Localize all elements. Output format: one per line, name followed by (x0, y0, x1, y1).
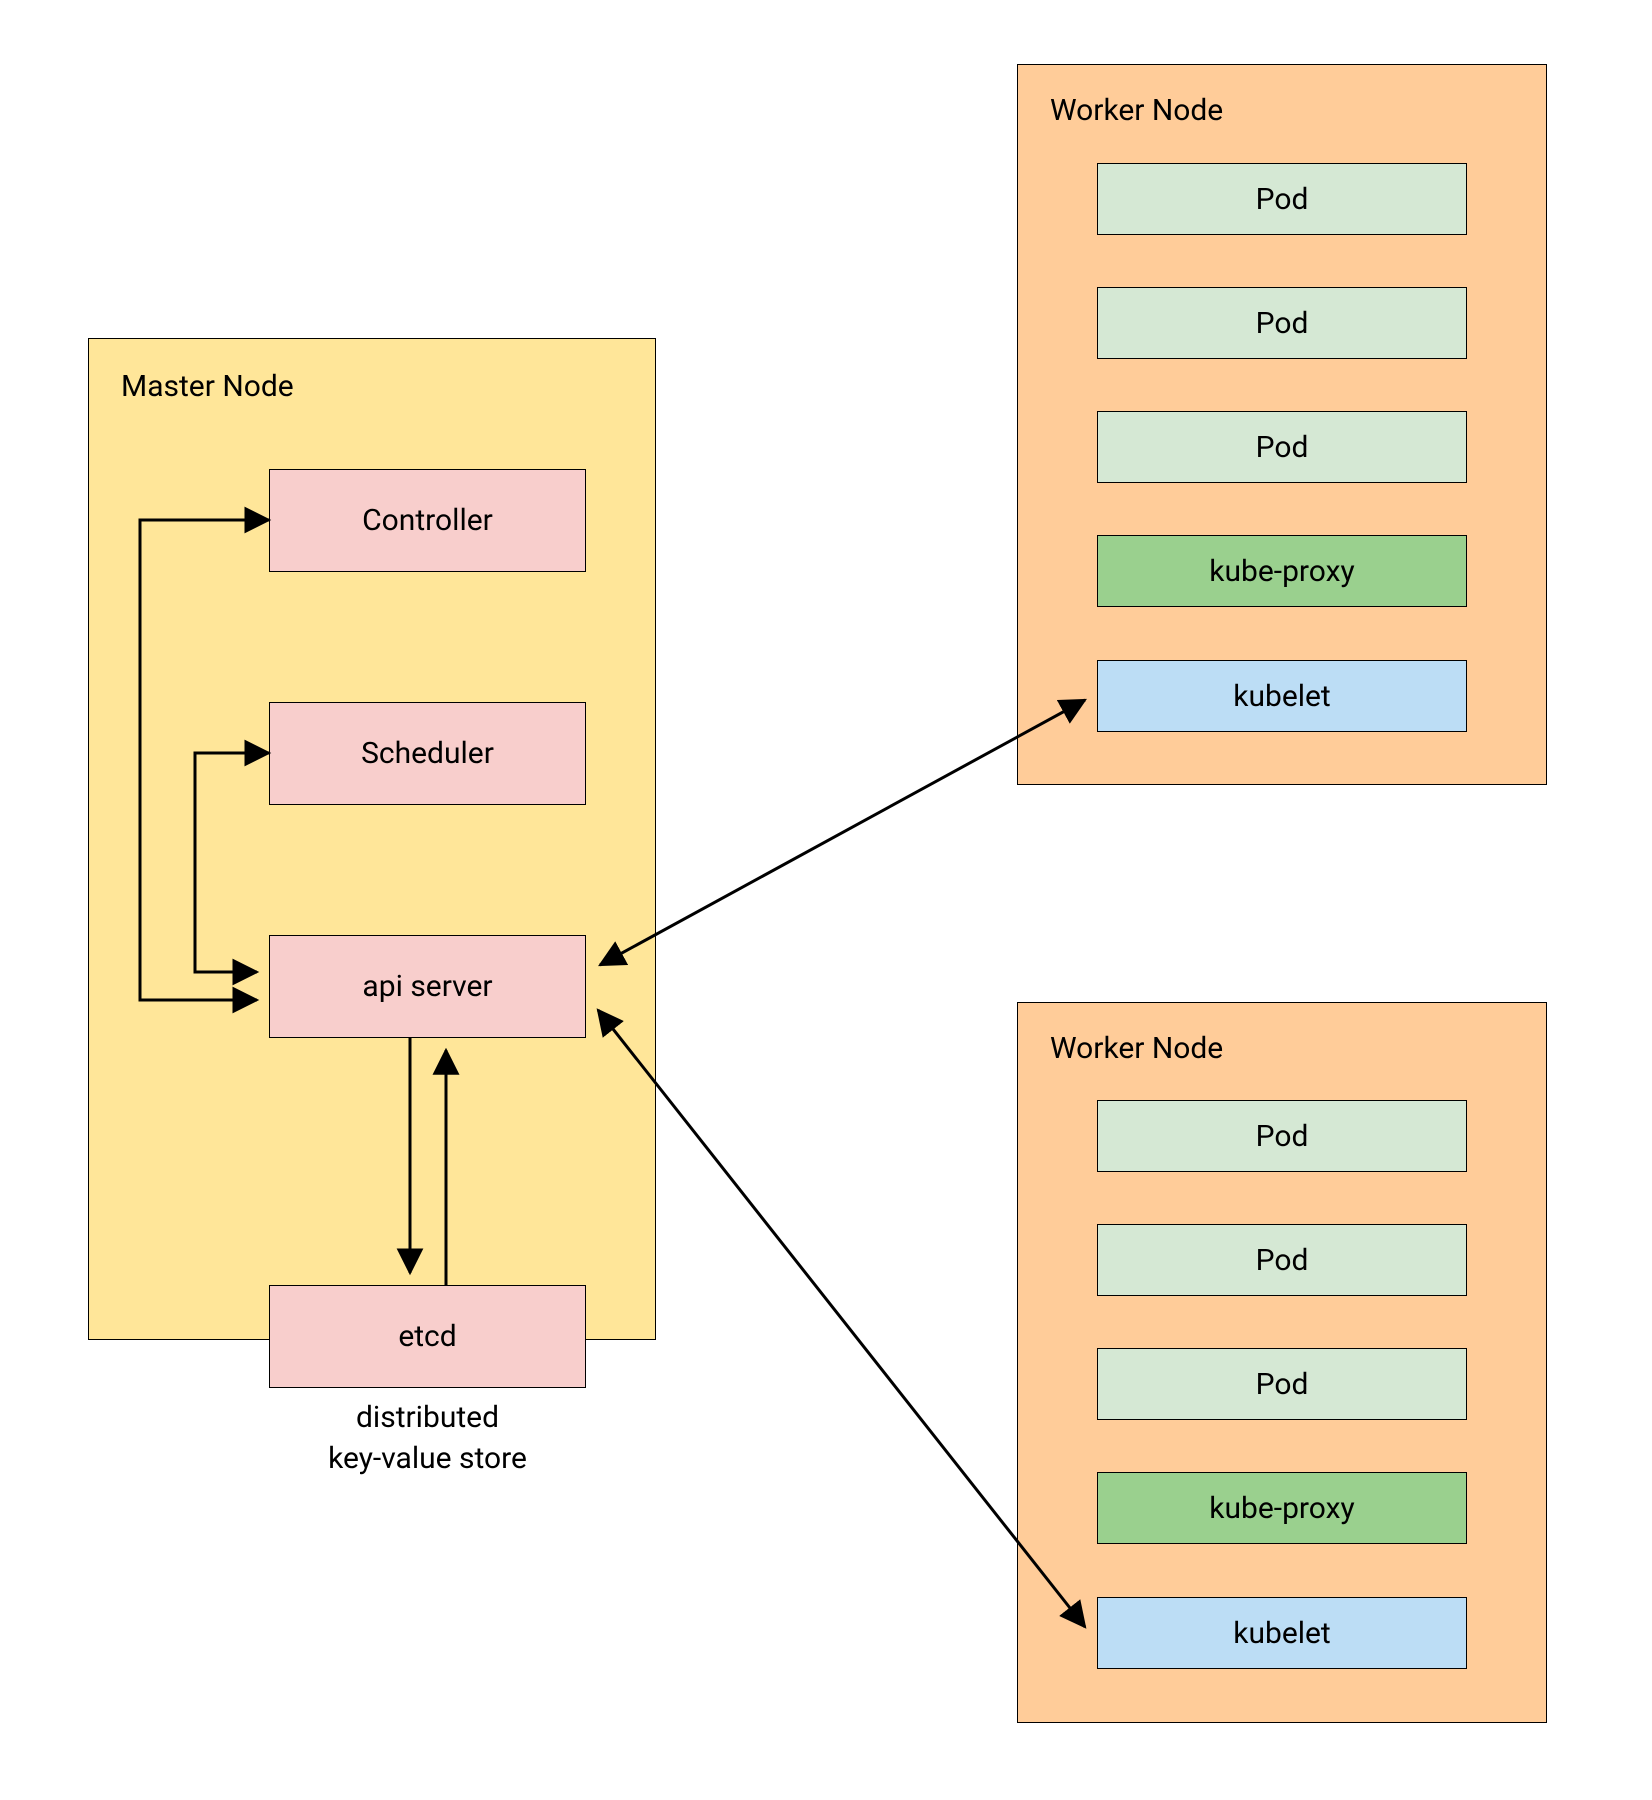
api-server-label: api server (362, 969, 492, 1004)
worker2-kube-proxy: kube-proxy (1097, 1472, 1467, 1544)
controller-box: Controller (269, 469, 586, 572)
worker2-pod-1: Pod (1097, 1100, 1467, 1172)
etcd-caption-line1: distributed (356, 1400, 499, 1435)
worker2-kube-proxy-label: kube-proxy (1209, 1491, 1354, 1526)
worker1-pod-1: Pod (1097, 163, 1467, 235)
scheduler-box: Scheduler (269, 702, 586, 805)
diagram-canvas: Master Node Controller Scheduler api ser… (0, 0, 1652, 1800)
master-node-title: Master Node (121, 369, 294, 404)
etcd-label: etcd (398, 1319, 456, 1354)
worker2-pod-3-label: Pod (1256, 1367, 1309, 1402)
etcd-caption: distributed key-value store (269, 1398, 586, 1479)
worker2-pod-3: Pod (1097, 1348, 1467, 1420)
worker1-kube-proxy: kube-proxy (1097, 535, 1467, 607)
worker1-kube-proxy-label: kube-proxy (1209, 554, 1354, 589)
worker1-pod-1-label: Pod (1256, 182, 1309, 217)
worker1-pod-2: Pod (1097, 287, 1467, 359)
worker2-pod-2-label: Pod (1256, 1243, 1309, 1278)
worker1-pod-3-label: Pod (1256, 430, 1309, 465)
api-server-box: api server (269, 935, 586, 1038)
controller-label: Controller (362, 503, 493, 538)
scheduler-label: Scheduler (361, 736, 494, 771)
worker1-pod-3: Pod (1097, 411, 1467, 483)
worker2-kubelet: kubelet (1097, 1597, 1467, 1669)
worker1-kubelet-label: kubelet (1233, 679, 1331, 714)
worker-node-2-title: Worker Node (1050, 1031, 1223, 1066)
etcd-box: etcd (269, 1285, 586, 1388)
worker-node-1-title: Worker Node (1050, 93, 1223, 128)
worker2-kubelet-label: kubelet (1233, 1616, 1331, 1651)
edge-apiserver-worker2-kubelet (598, 1010, 1085, 1627)
worker1-pod-2-label: Pod (1256, 306, 1309, 341)
edge-apiserver-worker1-kubelet (600, 700, 1085, 965)
etcd-caption-line2: key-value store (328, 1441, 527, 1476)
worker2-pod-1-label: Pod (1256, 1119, 1309, 1154)
worker1-kubelet: kubelet (1097, 660, 1467, 732)
worker2-pod-2: Pod (1097, 1224, 1467, 1296)
